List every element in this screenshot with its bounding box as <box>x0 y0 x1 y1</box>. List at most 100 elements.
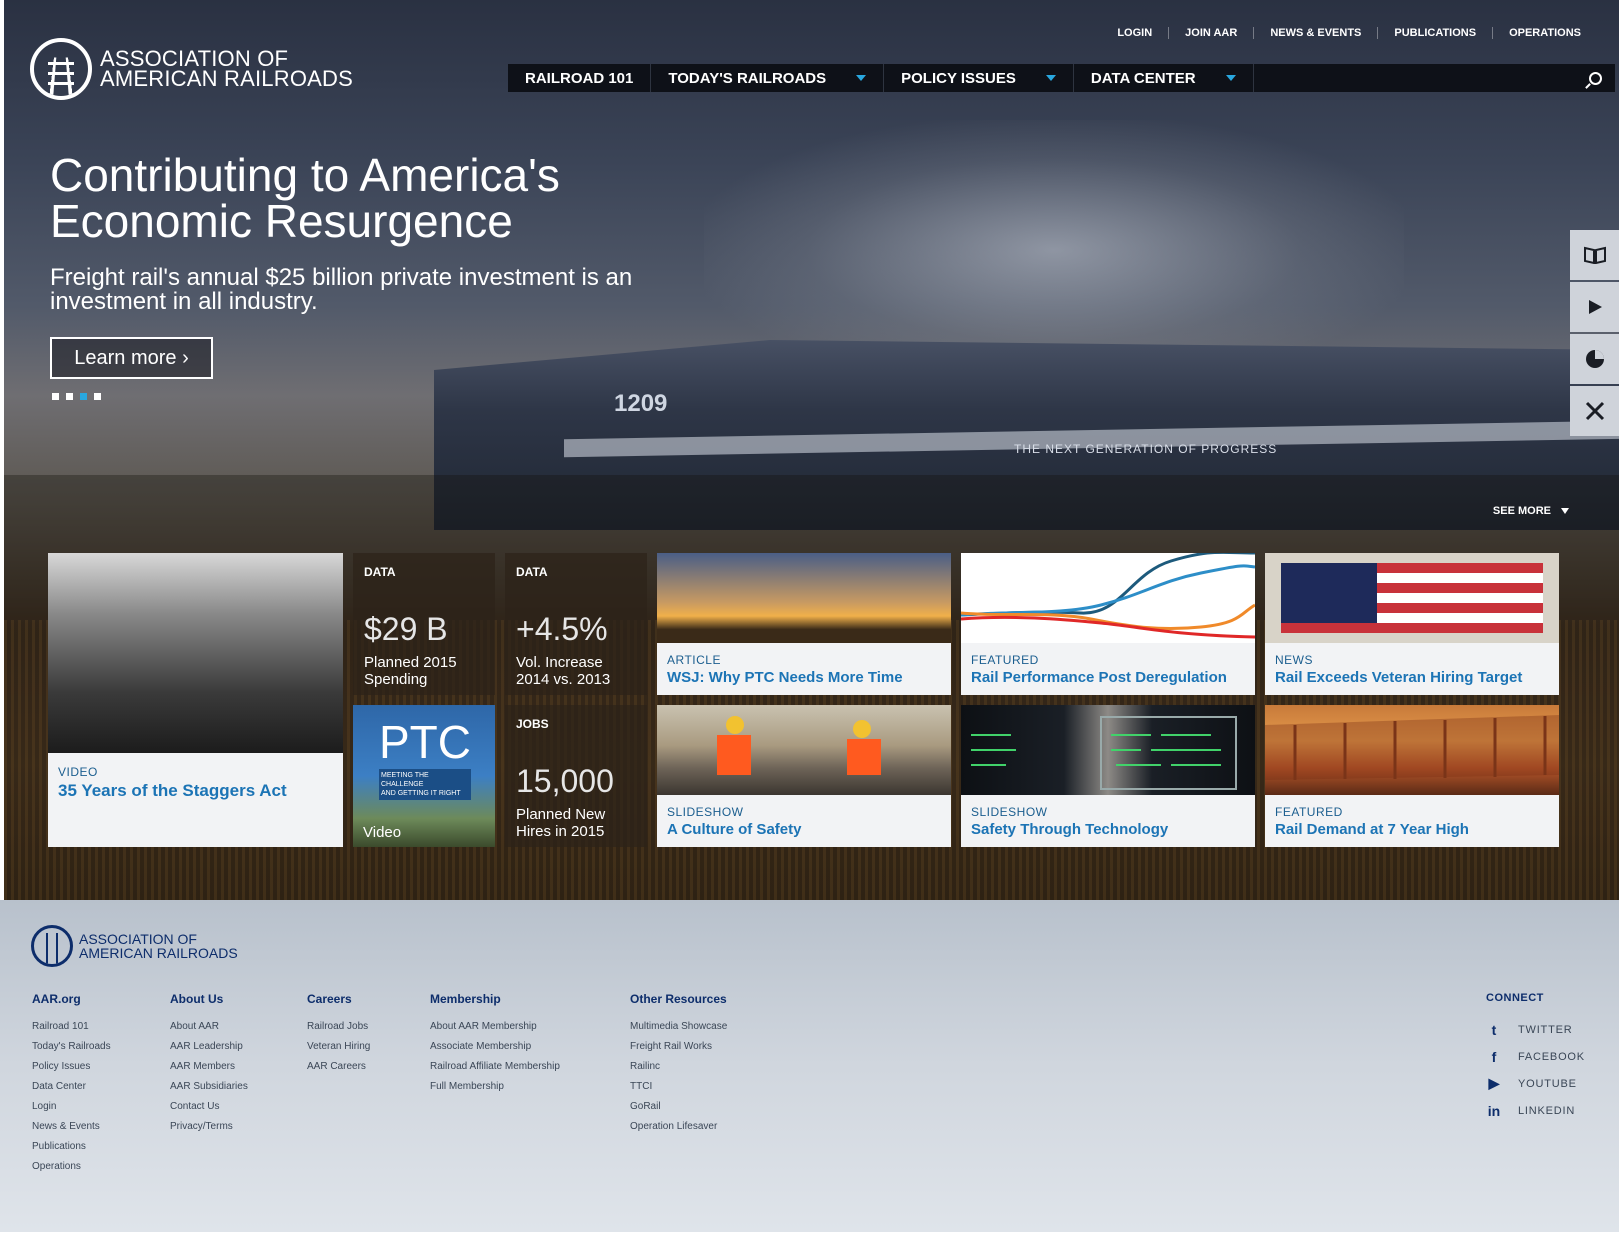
caret-down-icon <box>1561 508 1569 514</box>
footer-link[interactable]: GoRail <box>630 1097 727 1117</box>
tile-caption: FEATURED Rail Demand at 7 Year High <box>1265 795 1559 847</box>
operations-link[interactable]: OPERATIONS <box>1492 27 1597 39</box>
carousel-dot[interactable] <box>52 393 59 400</box>
search-icon <box>1588 71 1602 85</box>
linkedin-icon: in <box>1487 1102 1501 1119</box>
tools-icon[interactable] <box>1570 386 1619 436</box>
footer-link[interactable]: TTCI <box>630 1077 727 1097</box>
control-room-photo <box>961 705 1255 795</box>
tile-kind: NEWS <box>1275 653 1313 667</box>
locomotive-slogan: THE NEXT GENERATION OF PROGRESS <box>1014 442 1278 456</box>
railroad-track-logo-icon <box>31 925 73 967</box>
nav-todays-railroads[interactable]: TODAY'S RAILROADS <box>651 64 885 92</box>
publications-link[interactable]: PUBLICATIONS <box>1377 27 1492 39</box>
tile-kind: DATA <box>516 565 548 579</box>
footer-link[interactable]: Veteran Hiring <box>307 1037 370 1057</box>
youtube-link[interactable]: ▶ YOUTUBE <box>1486 1070 1585 1097</box>
video-label: Video <box>363 824 402 841</box>
footer-link[interactable]: Multimedia Showcase <box>630 1017 727 1037</box>
footer-link[interactable]: AAR Members <box>170 1057 248 1077</box>
learn-more-button[interactable]: Learn more › <box>50 337 213 379</box>
footer-link[interactable]: About AAR <box>170 1017 248 1037</box>
twitter-link[interactable]: t TWITTER <box>1486 1016 1585 1043</box>
footer-heading[interactable]: AAR.org <box>32 992 111 1006</box>
carousel-dot[interactable] <box>94 393 101 400</box>
tile-wsj-article[interactable]: ARTICLE WSJ: Why PTC Needs More Time <box>657 553 951 695</box>
join-aar-link[interactable]: JOIN AAR <box>1168 27 1253 39</box>
linkedin-link[interactable]: in LINKEDIN <box>1486 1097 1585 1124</box>
footer-link[interactable]: Railinc <box>630 1057 727 1077</box>
footer-link[interactable]: Data Center <box>32 1077 111 1097</box>
carousel-dot-active[interactable] <box>80 393 87 400</box>
site-logo[interactable]: ASSOCIATION OF AMERICAN RAILROADS <box>30 38 353 100</box>
data-tile-jobs[interactable]: JOBS 15,000 Planned New Hires in 2015 <box>505 705 647 847</box>
footer-link[interactable]: Contact Us <box>170 1097 248 1117</box>
footer-link[interactable]: Operation Lifesaver <box>630 1117 727 1137</box>
sunset-train-photo <box>657 553 951 643</box>
ptc-subtitle-line-1: MEETING THE CHALLENGE <box>381 772 429 788</box>
data-tile-spending[interactable]: DATA $29 B Planned 2015 Spending <box>353 553 495 695</box>
footer-link[interactable]: Privacy/Terms <box>170 1117 248 1137</box>
facebook-link[interactable]: f FACEBOOK <box>1486 1043 1585 1070</box>
footer-heading[interactable]: Other Resources <box>630 992 727 1006</box>
ptc-subtitle-line-2: AND GETTING IT RIGHT <box>381 790 461 797</box>
tile-rail-demand[interactable]: FEATURED Rail Demand at 7 Year High <box>1265 705 1559 847</box>
tile-title: 35 Years of the Staggers Act <box>58 781 287 800</box>
footer-col-careers: Careers Railroad Jobs Veteran Hiring AAR… <box>307 992 370 1077</box>
tile-staggers-video[interactable]: VIDEO 35 Years of the Staggers Act <box>48 553 343 847</box>
tile-rail-performance[interactable]: FEATURED Rail Performance Post Deregulat… <box>961 553 1255 695</box>
footer-link[interactable]: AAR Careers <box>307 1057 370 1077</box>
footer-link[interactable]: Today's Railroads <box>32 1037 111 1057</box>
footer-link[interactable]: Railroad Affiliate Membership <box>430 1057 560 1077</box>
caret-down-icon[interactable] <box>1225 75 1236 81</box>
book-icon[interactable] <box>1570 230 1619 280</box>
tile-veteran-hiring[interactable]: NEWS Rail Exceeds Veteran Hiring Target <box>1265 553 1559 695</box>
signing-photo <box>48 553 343 753</box>
footer-heading[interactable]: About Us <box>170 992 248 1006</box>
play-icon[interactable] <box>1570 282 1619 332</box>
tile-caption: FEATURED Rail Performance Post Deregulat… <box>961 643 1255 695</box>
footer-logo[interactable]: ASSOCIATION OF AMERICAN RAILROADS <box>31 925 238 967</box>
nav-railroad-101[interactable]: RAILROAD 101 <box>508 64 652 92</box>
footer-link[interactable]: Publications <box>32 1137 111 1157</box>
tile-title: Rail Performance Post Deregulation <box>971 669 1227 686</box>
data-tile-volume[interactable]: DATA +4.5% Vol. Increase 2014 vs. 2013 <box>505 553 647 695</box>
pie-chart-icon[interactable] <box>1570 334 1619 384</box>
carousel-dot[interactable] <box>66 393 73 400</box>
footer-col-about: About Us About AAR AAR Leadership AAR Me… <box>170 992 248 1137</box>
news-events-link[interactable]: NEWS & EVENTS <box>1253 27 1377 39</box>
nav-policy-issues[interactable]: POLICY ISSUES <box>884 64 1074 92</box>
footer-link[interactable]: Policy Issues <box>32 1057 111 1077</box>
footer-link[interactable]: Railroad 101 <box>32 1017 111 1037</box>
footer-link[interactable]: Freight Rail Works <box>630 1037 727 1057</box>
footer-link[interactable]: Full Membership <box>430 1077 560 1097</box>
tile-culture-of-safety[interactable]: SLIDESHOW A Culture of Safety <box>657 705 951 847</box>
caret-down-icon[interactable] <box>856 75 867 81</box>
footer-link[interactable]: AAR Subsidiaries <box>170 1077 248 1097</box>
footer-link[interactable]: News & Events <box>32 1117 111 1137</box>
footer-link[interactable]: Associate Membership <box>430 1037 560 1057</box>
caret-down-icon[interactable] <box>1045 75 1056 81</box>
search-button[interactable] <box>1575 64 1615 92</box>
nav-label: DATA CENTER <box>1090 69 1196 87</box>
social-label: TWITTER <box>1518 1023 1573 1036</box>
footer-heading[interactable]: Membership <box>430 992 560 1006</box>
tile-safety-through-technology[interactable]: SLIDESHOW Safety Through Technology <box>961 705 1255 847</box>
footer-link[interactable]: About AAR Membership <box>430 1017 560 1037</box>
tile-kind: JOBS <box>516 717 549 731</box>
locomotive-number: 1209 <box>614 390 668 417</box>
footer-link[interactable]: Railroad Jobs <box>307 1017 370 1037</box>
see-more-toggle[interactable]: SEE MORE <box>1493 505 1569 517</box>
footer-heading[interactable]: Careers <box>307 992 370 1006</box>
ptc-logo-text: PTC <box>379 716 471 768</box>
hero-headline: Contributing to America's Economic Resur… <box>50 149 560 247</box>
footer-link[interactable]: Login <box>32 1097 111 1117</box>
login-link[interactable]: LOGIN <box>1101 27 1168 39</box>
tile-title: WSJ: Why PTC Needs More Time <box>667 669 903 686</box>
footer-link[interactable]: AAR Leadership <box>170 1037 248 1057</box>
footer-link[interactable]: Operations <box>32 1157 111 1177</box>
nav-data-center[interactable]: DATA CENTER <box>1074 64 1254 92</box>
tile-caption: ARTICLE WSJ: Why PTC Needs More Time <box>657 643 951 695</box>
tile-ptc-video[interactable]: PTC MEETING THE CHALLENGE AND GETTING IT… <box>353 705 495 847</box>
social-label: FACEBOOK <box>1518 1050 1585 1063</box>
